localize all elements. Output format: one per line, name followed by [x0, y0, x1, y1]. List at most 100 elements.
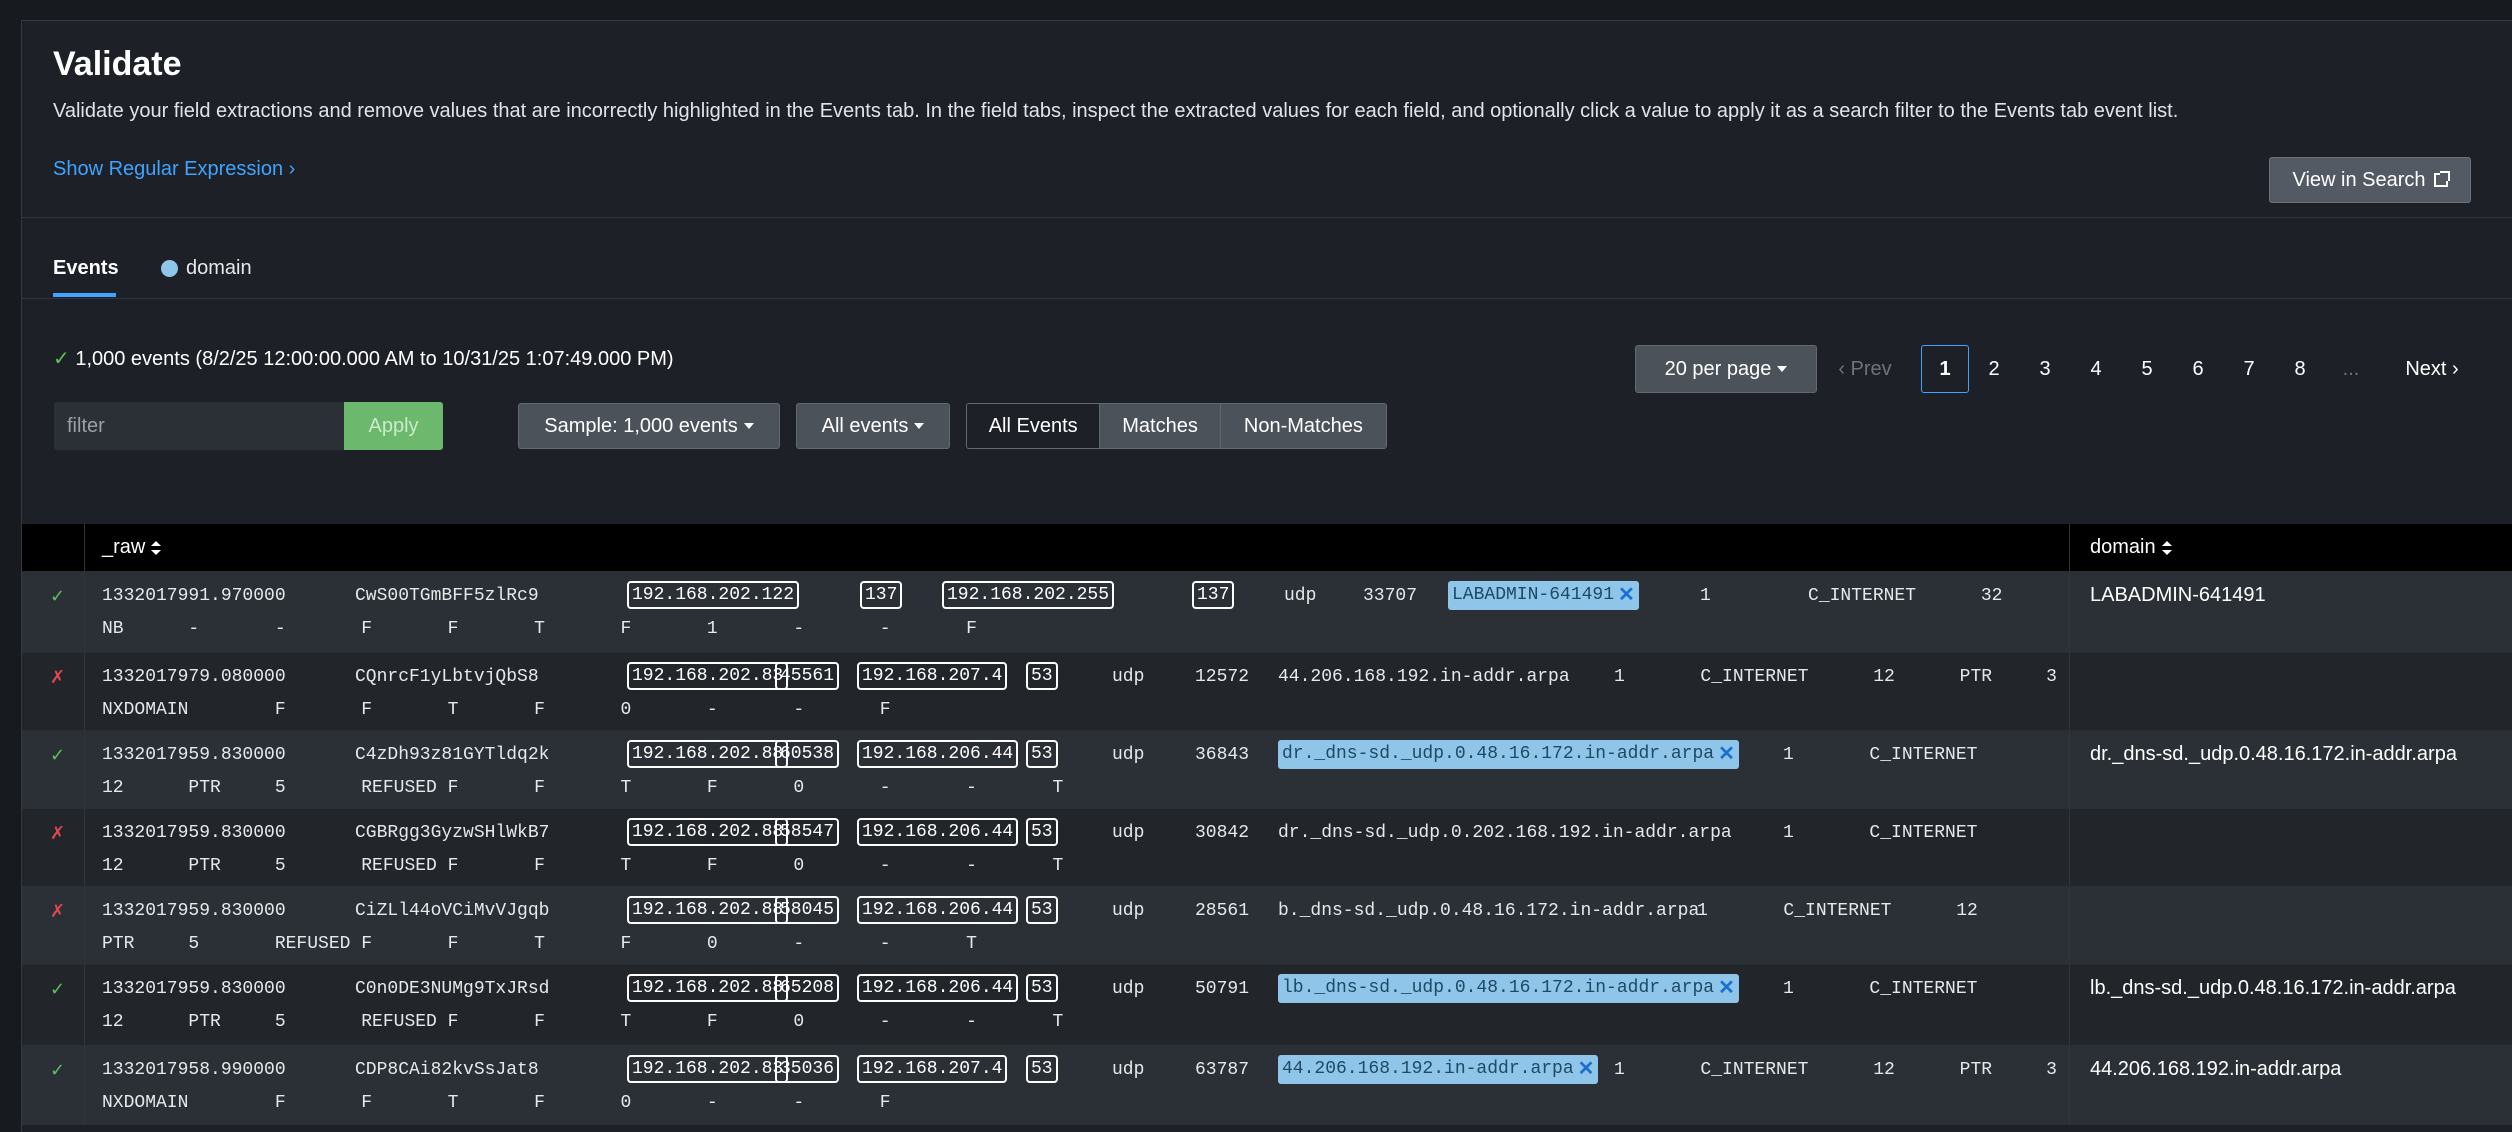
highlighted-dst-ip[interactable]: 192.168.206.44: [857, 974, 1019, 1002]
highlighted-dst-ip[interactable]: 192.168.206.44: [857, 818, 1019, 846]
raw-proto: udp: [1284, 586, 1317, 606]
raw-line-2: 12 PTR 5 REFUSED F F T F 0 - - T: [102, 1012, 1064, 1032]
raw-rest: 1 C_INTERNET: [1783, 823, 1978, 843]
next-page-button[interactable]: Next ›: [2392, 345, 2472, 393]
segment-matches[interactable]: Matches: [1099, 404, 1220, 448]
tab-domain[interactable]: domain: [161, 257, 252, 280]
check-icon: ✓: [53, 348, 70, 370]
raw-timestamp: 1332017959.830000: [102, 901, 286, 921]
sample-dropdown-label: Sample: 1,000 events: [544, 414, 738, 437]
header-divider: [84, 524, 85, 571]
highlighted-domain-value[interactable]: LABADMIN-641491 ✕: [1448, 581, 1639, 610]
highlighted-src-ip[interactable]: 192.168.202.122: [627, 581, 800, 609]
column-header-raw[interactable]: _raw: [102, 524, 162, 571]
remove-highlight-x-icon[interactable]: ✕: [1718, 740, 1735, 769]
page-6[interactable]: 6: [2178, 345, 2218, 393]
domain-cell[interactable]: 44.206.168.192.in-addr.arpa: [2090, 1058, 2341, 1081]
highlighted-dst-ip[interactable]: 192.168.206.44: [857, 740, 1019, 768]
domain-cell[interactable]: dr._dns-sd._udp.0.48.16.172.in-addr.arpa: [2090, 743, 2457, 766]
remove-highlight-x-icon[interactable]: ✕: [1618, 581, 1635, 610]
filter-input[interactable]: [54, 402, 345, 450]
highlighted-dst-port[interactable]: 53: [1026, 1055, 1058, 1083]
page-2[interactable]: 2: [1974, 345, 2014, 393]
raw-uid: CQnrcF1yLbtvjQbS8: [355, 667, 539, 687]
highlighted-src-port[interactable]: 60538: [775, 740, 840, 768]
highlighted-src-port[interactable]: 35036: [775, 1055, 840, 1083]
highlighted-domain-value[interactable]: dr._dns-sd._udp.0.48.16.172.in-addr.arpa…: [1278, 740, 1739, 769]
highlighted-dst-port[interactable]: 53: [1026, 896, 1058, 924]
highlighted-dst-port[interactable]: 53: [1026, 818, 1058, 846]
highlighted-src-ip[interactable]: 192.168.202.83: [627, 662, 789, 690]
raw-trans-id: 50791: [1195, 979, 1250, 999]
segment-all-events[interactable]: All Events: [967, 404, 1100, 448]
tab-events[interactable]: Events: [53, 257, 119, 297]
highlighted-src-port[interactable]: 137: [860, 581, 903, 609]
domain-cell[interactable]: lb._dns-sd._udp.0.48.16.172.in-addr.arpa: [2090, 977, 2456, 1000]
highlighted-src-ip[interactable]: 192.168.202.88: [627, 974, 789, 1002]
prev-page-button[interactable]: ‹ Prev: [1830, 345, 1900, 393]
highlighted-dst-ip[interactable]: 192.168.202.255: [942, 581, 1115, 609]
external-link-icon: [2433, 171, 2450, 187]
highlighted-dst-ip[interactable]: 192.168.207.4: [857, 1055, 1008, 1083]
per-page-label: 20 per page: [1664, 357, 1772, 380]
highlighted-dst-port[interactable]: 53: [1026, 662, 1058, 690]
highlighted-domain-text: LABADMIN-641491: [1452, 585, 1615, 605]
table-header: _raw domain: [22, 524, 2512, 571]
tab-domain-label: domain: [186, 257, 252, 279]
raw-uid: CwS00TGmBFF5zlRc9: [355, 586, 539, 606]
highlighted-dst-port[interactable]: 53: [1026, 740, 1058, 768]
sort-icon: [2161, 540, 2172, 555]
remove-highlight-x-icon[interactable]: ✕: [1578, 1055, 1595, 1084]
page-3[interactable]: 3: [2025, 345, 2065, 393]
segment-non-matches[interactable]: Non-Matches: [1219, 404, 1386, 448]
nonmatch-x-icon: ✗: [50, 823, 66, 843]
highlighted-dst-ip[interactable]: 192.168.207.4: [857, 662, 1008, 690]
column-divider: [84, 965, 85, 1045]
per-page-dropdown[interactable]: 20 per page: [1635, 345, 1817, 393]
highlighted-src-port[interactable]: 58547: [775, 818, 840, 846]
highlighted-dst-port[interactable]: 53: [1026, 974, 1058, 1002]
table-row: ✓ 1332017991.970000 CwS00TGmBFF5zlRc9 192.1…: [22, 571, 2512, 652]
raw-trans-id: 12572: [1195, 667, 1250, 687]
raw-proto: udp: [1112, 979, 1145, 999]
sample-dropdown[interactable]: Sample: 1,000 events: [518, 403, 780, 449]
raw-line-2: NXDOMAIN F F T F 0 - - F: [102, 700, 891, 720]
highlighted-src-port[interactable]: 58045: [775, 896, 840, 924]
show-regex-link[interactable]: Show Regular Expression ›: [53, 158, 295, 181]
highlighted-src-ip[interactable]: 192.168.202.83: [627, 1055, 789, 1083]
highlighted-src-port[interactable]: 65208: [775, 974, 840, 1002]
column-divider: [2069, 653, 2070, 730]
domain-cell[interactable]: LABADMIN-641491: [2090, 584, 2266, 607]
all-events-dropdown[interactable]: All events: [796, 403, 950, 449]
highlighted-dst-port[interactable]: 137: [1192, 581, 1235, 609]
raw-timestamp: 1332017959.830000: [102, 823, 286, 843]
highlighted-src-port[interactable]: 45561: [775, 662, 840, 690]
page-7[interactable]: 7: [2229, 345, 2269, 393]
highlighted-src-ip[interactable]: 192.168.202.88: [627, 818, 789, 846]
match-check-icon: ✓: [50, 586, 66, 606]
raw-timestamp: 1332017958.990000: [102, 1060, 286, 1080]
view-in-search-button[interactable]: View in Search: [2269, 157, 2471, 203]
page-4[interactable]: 4: [2076, 345, 2116, 393]
highlighted-src-ip[interactable]: 192.168.202.88: [627, 740, 789, 768]
highlighted-src-ip[interactable]: 192.168.202.88: [627, 896, 789, 924]
raw-line-2: 12 PTR 5 REFUSED F F T F 0 - - T: [102, 856, 1064, 876]
page-title: Validate: [53, 45, 182, 83]
raw-uid: C4zDh93z81GYTldq2k: [355, 745, 550, 765]
highlighted-dst-ip[interactable]: 192.168.206.44: [857, 896, 1019, 924]
raw-timestamp: 1332017959.830000: [102, 745, 286, 765]
raw-trans-id: 30842: [1195, 823, 1250, 843]
apply-button[interactable]: Apply: [344, 402, 443, 450]
match-check-icon: ✓: [50, 1060, 66, 1080]
highlighted-domain-value[interactable]: 44.206.168.192.in-addr.arpa ✕: [1278, 1055, 1599, 1084]
table-row: ✓ 1332017959.830000 C4zDh93z81GYTldq2k 192.…: [22, 730, 2512, 808]
page-8[interactable]: 8: [2280, 345, 2320, 393]
page-1[interactable]: 1: [1921, 345, 1969, 393]
raw-timestamp: 1332017991.970000: [102, 586, 286, 606]
highlighted-domain-value[interactable]: lb._dns-sd._udp.0.48.16.172.in-addr.arpa…: [1278, 974, 1739, 1003]
page-5[interactable]: 5: [2127, 345, 2167, 393]
column-header-domain[interactable]: domain: [2090, 524, 2172, 571]
raw-query: 44.206.168.192.in-addr.arpa: [1278, 667, 1570, 687]
table-row: ✗ 1332017979.080000 CQnrcF1yLbtvjQbS8 192.1…: [22, 652, 2512, 730]
remove-highlight-x-icon[interactable]: ✕: [1718, 974, 1735, 1003]
